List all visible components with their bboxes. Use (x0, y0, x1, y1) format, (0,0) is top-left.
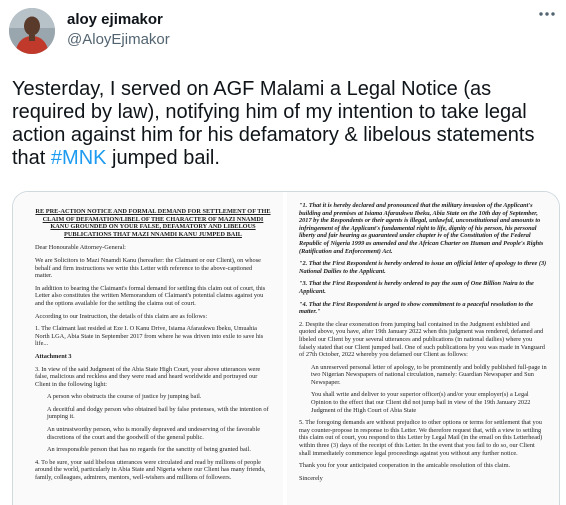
doc-item: 1. The Claimant last resided at Eze I. O… (35, 325, 264, 348)
avatar[interactable] (9, 8, 55, 54)
author-name[interactable]: aloy ejimakor (67, 11, 163, 28)
doc-signoff: Sincerely (299, 474, 323, 482)
doc-heading: RE PRE-ACTION NOTICE AND FORMAL DEMAND F… (35, 208, 271, 238)
avatar-image (9, 8, 55, 54)
doc-quote: "3. That the First Respondent is hereby … (299, 280, 534, 295)
doc-quote: "1. That it is hereby declared and prono… (299, 202, 544, 255)
document-right-text: "1. That it is hereby declared and prono… (299, 202, 547, 487)
document-image-left[interactable]: RE PRE-ACTION NOTICE AND FORMAL DEMAND F… (13, 192, 283, 505)
doc-quote: "4. That the First Respondent is urged t… (299, 300, 534, 316)
author-handle[interactable]: @AloyEjimakor (67, 31, 170, 48)
doc-subitem: You shall write and deliver to your supe… (311, 391, 531, 414)
doc-quote: "2. That the First Respondent is hereby … (299, 260, 547, 275)
document-left-text: RE PRE-ACTION NOTICE AND FORMAL DEMAND F… (35, 208, 271, 487)
doc-paragraph: We are Solicitors to Mazi Nnamdi Kanu (h… (35, 256, 261, 280)
document-image-right[interactable]: "1. That it is hereby declared and prono… (287, 192, 559, 505)
doc-attachment: Attachment 3 (35, 352, 72, 360)
more-options-button[interactable] (535, 4, 559, 28)
more-dots-icon (539, 12, 555, 16)
doc-salutation: Dear Honourable Attorney-General: (35, 244, 126, 252)
doc-paragraph: According to our Instruction, the detail… (35, 312, 208, 320)
doc-subitem: An irresponsible person that has no rega… (47, 446, 251, 454)
tweet-text: Yesterday, I served on AGF Malami a Lega… (12, 78, 558, 170)
doc-item: 4. To be sure, your said libelous uttera… (35, 458, 266, 482)
doc-item: 5. The foregoing demands are without pre… (299, 419, 543, 457)
doc-paragraph: In addition to bearing the Claimant's fo… (35, 284, 266, 307)
tweet-media[interactable]: RE PRE-ACTION NOTICE AND FORMAL DEMAND F… (12, 191, 560, 505)
doc-item: 2. Despite the clear exoneration from ju… (299, 320, 545, 359)
doc-subitem: An unreserved personal letter of apology… (311, 363, 547, 386)
doc-subitem: An untrustworthy person, who is morally … (47, 426, 260, 441)
hashtag-link[interactable]: #MNK (51, 147, 107, 169)
doc-subitem: A person who obstructs the course of jus… (47, 393, 202, 401)
tweet-text-end: jumped bail. (106, 147, 220, 169)
tweet: aloy ejimakor @AloyEjimakor Yesterday, I… (0, 0, 566, 505)
doc-item: 3. In view of the said Judgment of the A… (35, 365, 261, 388)
doc-subitem: A deceitful and dodgy person who obtaine… (47, 405, 269, 421)
doc-thanks: Thank you for your anticipated cooperati… (299, 462, 511, 470)
